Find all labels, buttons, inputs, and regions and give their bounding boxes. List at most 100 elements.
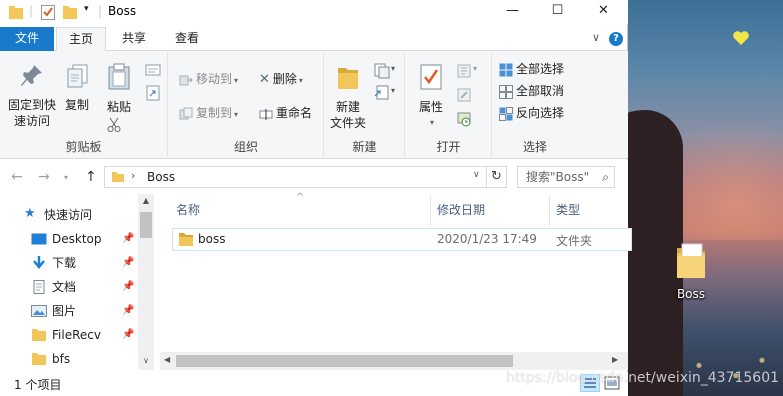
column-name[interactable]: 名称 xyxy=(176,194,200,226)
pin-icon: 📌 xyxy=(122,281,135,292)
up-button[interactable]: ↑ xyxy=(85,169,97,185)
folder-icon xyxy=(112,172,124,182)
maximize-button[interactable]: ☐ xyxy=(535,0,580,24)
nav-item-downloads[interactable]: 下载 📌 xyxy=(0,251,138,275)
desktop-icon xyxy=(31,233,47,245)
tab-file[interactable]: 文件 xyxy=(0,27,54,51)
address-dropdown-icon[interactable]: ∨ xyxy=(473,170,480,180)
organize-group-label: 组织 xyxy=(233,140,258,154)
ribbon: 固定到快 速访问 复制 粘贴 剪贴板 移动到 ▾ 复制到 ▾ ✕ 删除 ▾ 重命… xyxy=(0,51,628,159)
new-folder-quick-icon[interactable] xyxy=(62,3,78,21)
pictures-icon xyxy=(31,305,47,317)
paste-shortcut-icon[interactable] xyxy=(145,85,161,101)
desktop-folder-boss[interactable]: Boss xyxy=(672,240,710,301)
nav-item-label: 下载 xyxy=(52,256,77,270)
forward-button[interactable]: → xyxy=(38,169,50,185)
nav-scrollbar[interactable]: ▲ ∨ xyxy=(138,194,154,370)
address-bar[interactable]: › Boss ∨ xyxy=(104,166,507,188)
copy-to-label: 复制到 xyxy=(196,106,233,120)
new-folder-label-line2: 文件夹 xyxy=(329,116,366,130)
file-row-boss[interactable]: boss 2020/1/23 17:49 文件夹 xyxy=(172,228,632,251)
organize-group: 移动到 ▾ 复制到 ▾ ✕ 删除 ▾ 重命名 组织 xyxy=(169,53,324,157)
paste-button[interactable]: 粘贴 xyxy=(102,63,136,115)
column-divider[interactable] xyxy=(430,196,431,226)
delete-icon: ✕ xyxy=(259,71,270,87)
clipboard-group: 固定到快 速访问 复制 粘贴 剪贴板 xyxy=(0,53,168,157)
help-icon[interactable]: ? xyxy=(609,32,623,46)
file-name: boss xyxy=(198,232,226,246)
move-to-icon xyxy=(179,75,193,85)
delete-label: 删除 xyxy=(272,72,297,86)
clipboard-group-label: 剪贴板 xyxy=(65,140,102,154)
new-folder-button[interactable]: 新建 文件夹 xyxy=(329,63,367,131)
recent-locations-icon[interactable]: ▾ xyxy=(64,173,68,182)
folder-icon xyxy=(32,329,46,341)
pin-icon: 📌 xyxy=(122,329,135,340)
search-icon: ⌕ xyxy=(602,170,609,184)
cut-icon[interactable] xyxy=(107,117,121,133)
tab-home[interactable]: 主页 xyxy=(56,27,107,52)
scroll-up-icon[interactable]: ▲ xyxy=(138,196,154,205)
scroll-left-icon[interactable]: ◀ xyxy=(164,355,170,364)
tab-share[interactable]: 共享 xyxy=(110,27,158,52)
column-divider[interactable] xyxy=(549,196,550,226)
separator: | xyxy=(29,4,34,18)
back-button[interactable]: ← xyxy=(11,169,23,185)
file-type: 文件夹 xyxy=(556,234,593,248)
column-modified[interactable]: 修改日期 xyxy=(437,194,485,226)
close-button[interactable]: ✕ xyxy=(581,0,626,24)
open-dropdown-icon[interactable]: ▾ xyxy=(473,64,477,73)
explorer-window: | ▾ | Boss — ☐ ✕ 文件 主页 共享 查看 ∨ ? 固定到快 速访… xyxy=(0,0,632,396)
delete-button[interactable]: ✕ 删除 ▾ xyxy=(259,69,303,89)
tab-view[interactable]: 查看 xyxy=(163,27,211,52)
history-icon[interactable] xyxy=(456,111,472,127)
nav-item-documents[interactable]: 文档 📌 xyxy=(0,275,138,299)
open-group-label: 打开 xyxy=(436,140,461,154)
rename-label: 重命名 xyxy=(276,106,313,120)
minimize-button[interactable]: — xyxy=(490,0,535,24)
open-icon[interactable] xyxy=(456,63,472,79)
copy-path-icon[interactable] xyxy=(145,63,161,77)
easy-access-icon[interactable] xyxy=(374,85,390,101)
breadcrumb-boss[interactable]: Boss xyxy=(147,170,175,184)
search-input[interactable]: 搜索"Boss" ⌕ xyxy=(517,166,615,188)
select-all-button[interactable]: 全部选择 xyxy=(499,59,564,79)
nav-item-bfs[interactable]: bfs xyxy=(0,347,138,371)
refresh-button[interactable]: ↻ xyxy=(486,166,507,188)
select-none-button[interactable]: 全部取消 xyxy=(499,81,564,101)
new-item-dropdown-icon[interactable]: ▾ xyxy=(391,64,395,73)
customize-quick-access-icon[interactable]: ▾ xyxy=(84,4,89,22)
edit-icon[interactable] xyxy=(456,87,472,103)
move-to-button[interactable]: 移动到 ▾ xyxy=(179,69,238,89)
invert-selection-label: 反向选择 xyxy=(516,106,565,120)
properties-dropdown-icon[interactable]: ▾ xyxy=(416,115,448,131)
pin-label-line1: 固定到快 xyxy=(7,98,56,112)
column-type[interactable]: 类型 xyxy=(556,194,580,226)
new-item-icon[interactable] xyxy=(374,63,390,79)
pin-to-quick-access-button[interactable]: 固定到快 速访问 xyxy=(4,63,60,129)
scroll-down-icon[interactable]: ∨ xyxy=(138,356,154,365)
collapse-ribbon-icon[interactable]: ∨ xyxy=(592,31,600,44)
properties-button[interactable]: 属性 ▾ xyxy=(414,63,448,131)
nav-scrollbar-thumb[interactable] xyxy=(140,212,152,238)
nav-quick-access[interactable]: ★ 快速访问 xyxy=(0,203,138,227)
nav-item-filerecv[interactable]: FileRecv 📌 xyxy=(0,323,138,347)
file-list-scrollbar[interactable]: ◀ ▶ xyxy=(160,352,628,370)
nav-item-desktop[interactable]: Desktop 📌 xyxy=(0,227,138,251)
rename-button[interactable]: 重命名 xyxy=(259,103,312,123)
heart-icon xyxy=(733,31,749,45)
easy-access-dropdown-icon[interactable]: ▾ xyxy=(391,86,395,95)
nav-item-pictures[interactable]: 图片 📌 xyxy=(0,299,138,323)
invert-selection-icon xyxy=(499,106,513,121)
copy-button[interactable]: 复制 xyxy=(60,63,94,113)
file-modified: 2020/1/23 17:49 xyxy=(437,232,537,246)
window-title: Boss xyxy=(108,4,137,18)
breadcrumb-chevron-icon[interactable]: › xyxy=(131,169,135,182)
file-list-scrollbar-thumb[interactable] xyxy=(176,355,513,367)
scroll-right-icon[interactable]: ▶ xyxy=(612,355,618,364)
folder-icon xyxy=(9,6,23,19)
properties-quick-icon[interactable] xyxy=(40,3,56,21)
pin-icon: 📌 xyxy=(122,257,135,268)
copy-to-button[interactable]: 复制到 ▾ xyxy=(179,103,238,123)
invert-selection-button[interactable]: 反向选择 xyxy=(499,103,564,123)
